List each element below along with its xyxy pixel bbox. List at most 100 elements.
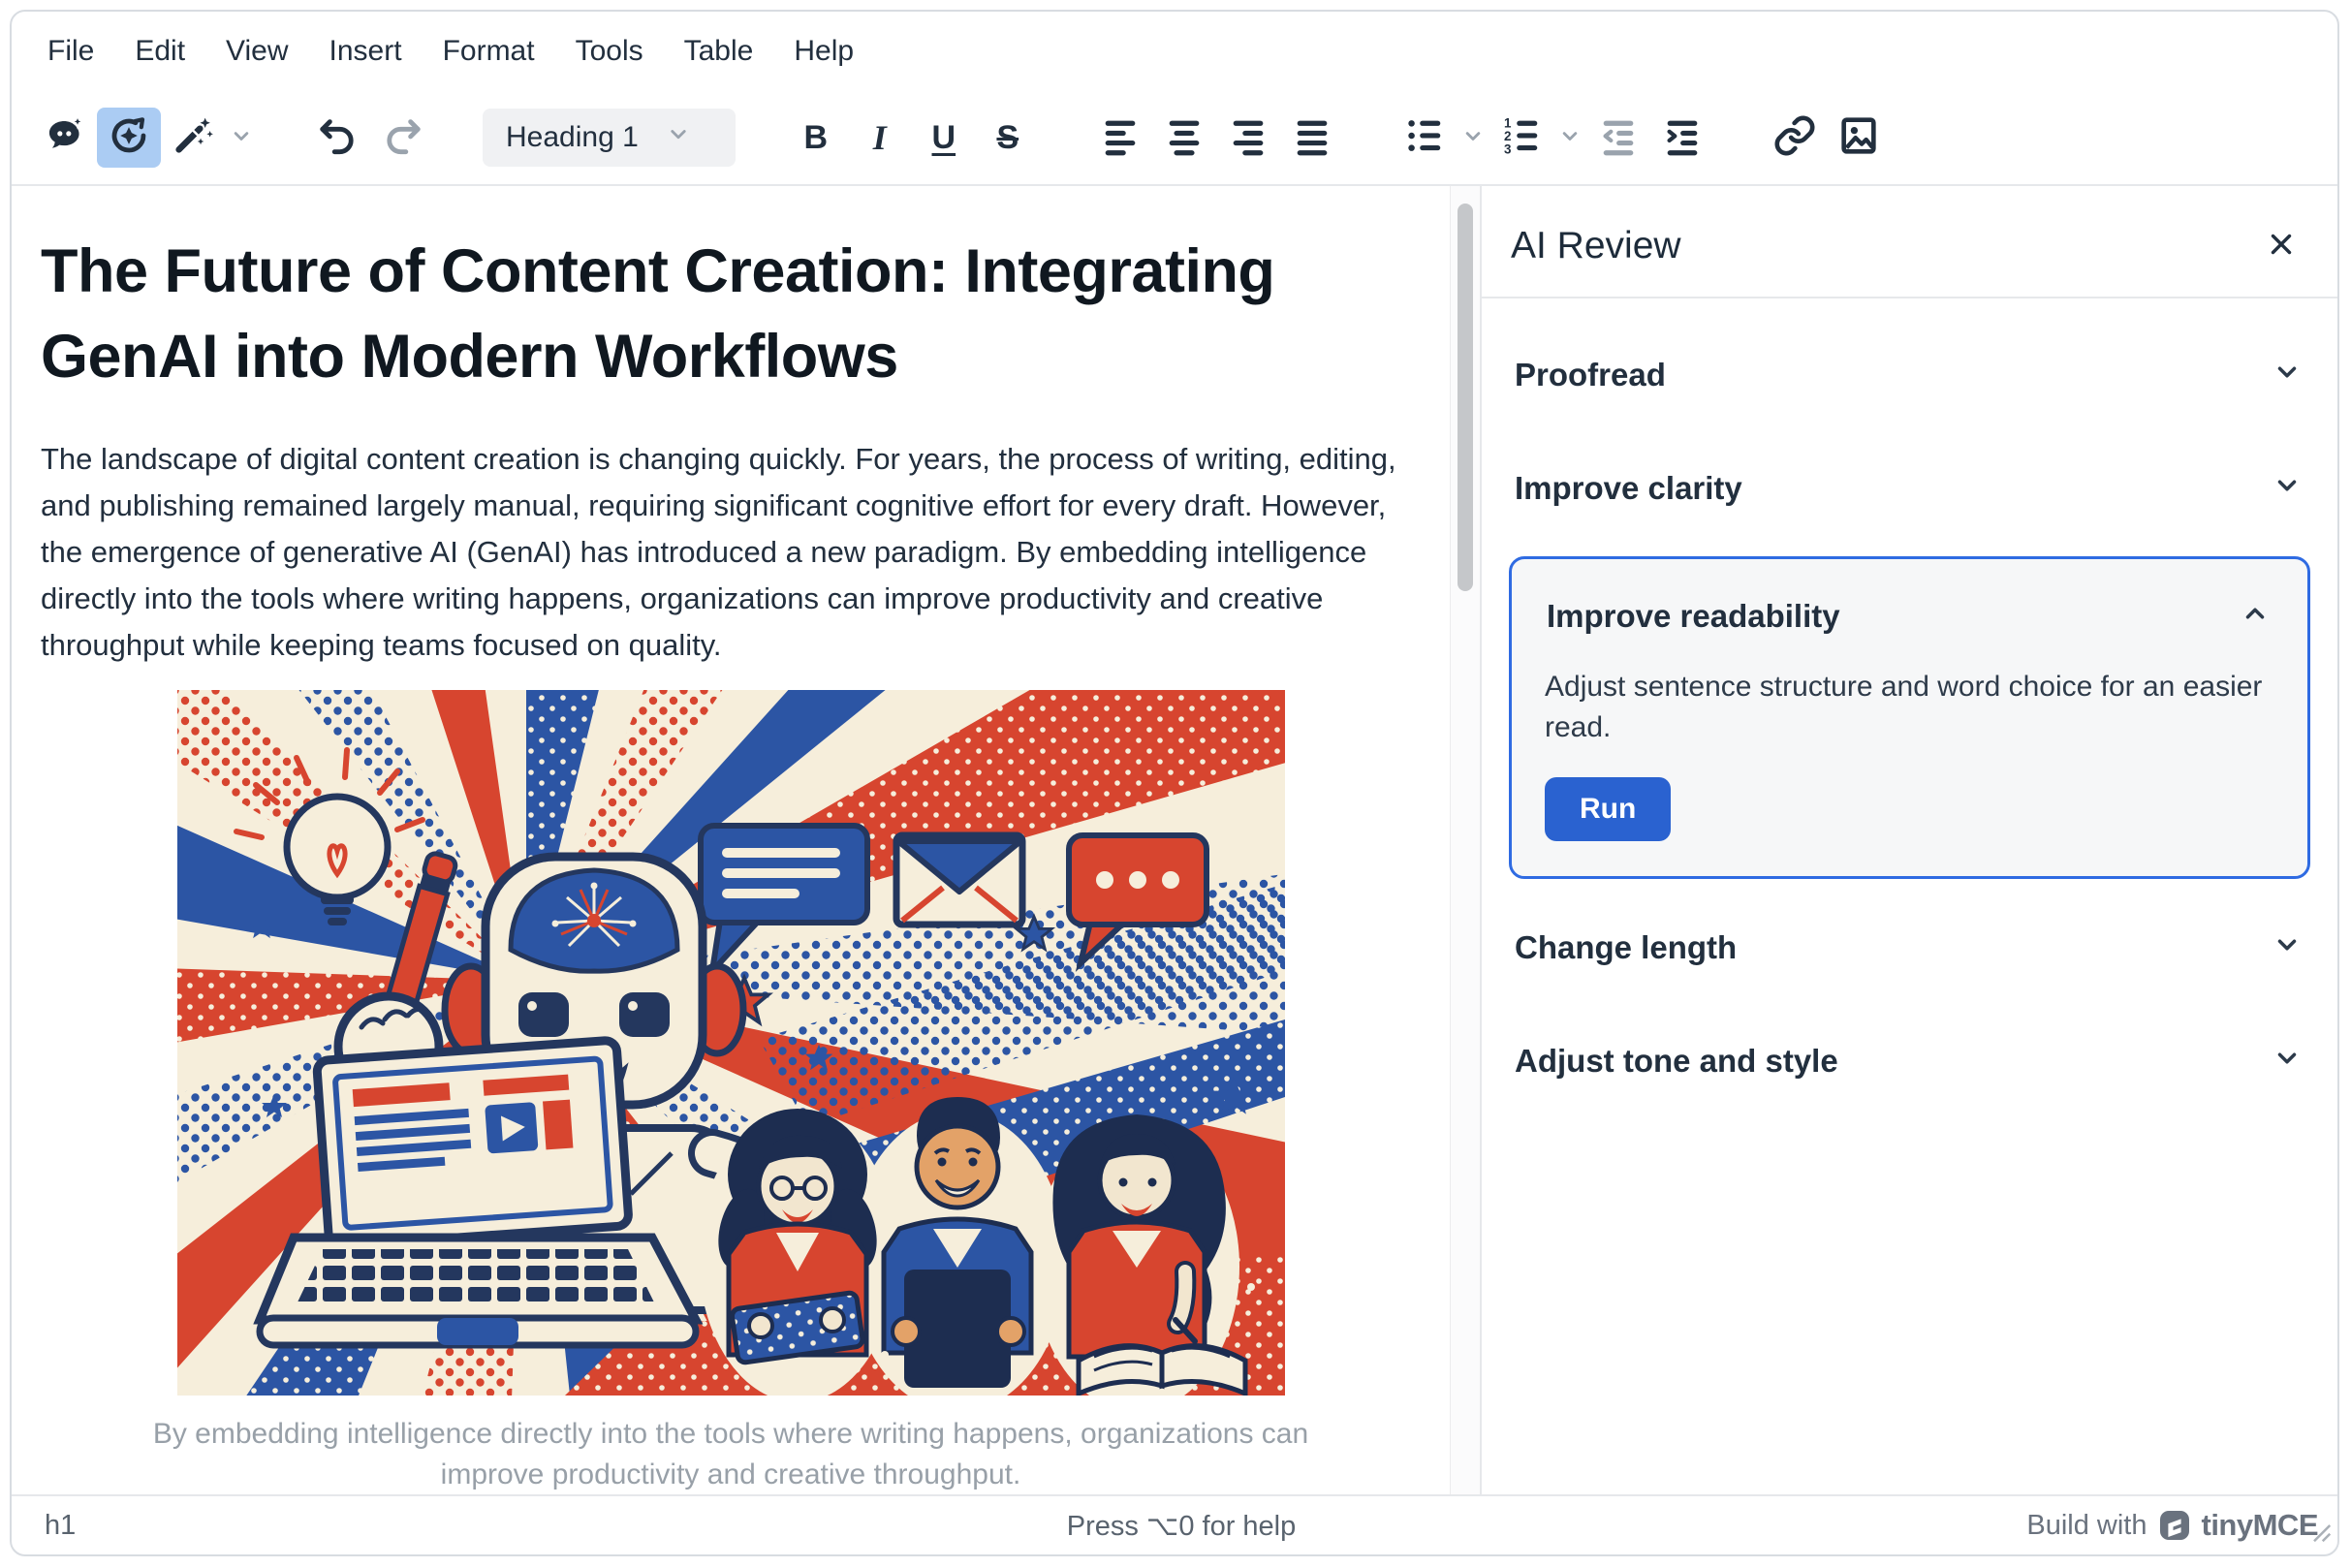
accordion-improve-readability-card: Improve readability Adjust sentence stru… [1509, 556, 2310, 879]
strikethrough-icon: S [996, 121, 1019, 154]
element-path[interactable]: h1 [45, 1510, 802, 1542]
chevron-down-icon [228, 122, 255, 154]
accordion-adjust-tone-and-style[interactable]: Adjust tone and style [1509, 1004, 2310, 1117]
main-area: The Future of Content Creation: Integrat… [12, 186, 2337, 1494]
redo-button[interactable] [370, 108, 434, 168]
undo-button[interactable] [306, 108, 370, 168]
resize-handle[interactable] [2304, 1516, 2334, 1552]
sidebar-header: AI Review [1482, 186, 2337, 298]
format-select[interactable]: Heading 1 [483, 109, 736, 167]
close-icon [2265, 228, 2298, 266]
sidebar-title: AI Review [1511, 225, 1681, 267]
accordion-label: Improve clarity [1515, 470, 1742, 507]
menu-edit[interactable]: Edit [114, 25, 205, 78]
italic-button[interactable]: I [848, 108, 912, 168]
accordion-change-length[interactable]: Change length [1509, 891, 2310, 1004]
image-button[interactable] [1827, 108, 1891, 168]
toolbar: Heading 1 B I U S [12, 91, 2337, 186]
sidebar-close-button[interactable] [2254, 219, 2308, 273]
branding-prefix: Build with [2026, 1510, 2147, 1542]
format-select-value: Heading 1 [506, 121, 639, 154]
accordion-improve-readability[interactable]: Improve readability [1545, 590, 2274, 642]
bullet-list-menu-button[interactable] [1457, 108, 1489, 168]
ai-review-icon [107, 113, 151, 163]
ai-shortcuts-icon [171, 113, 215, 163]
bullet-list-icon [1402, 113, 1447, 163]
menu-tools[interactable]: Tools [555, 25, 664, 78]
chevron-down-icon [2270, 927, 2304, 967]
link-button[interactable] [1763, 108, 1827, 168]
align-left-icon [1098, 113, 1143, 163]
chevron-down-icon [2270, 468, 2304, 508]
bullet-list-button[interactable] [1393, 108, 1457, 168]
redo-icon [380, 113, 424, 163]
chevron-down-icon [664, 119, 693, 156]
menu-help[interactable]: Help [773, 25, 874, 78]
chevron-up-icon [2238, 596, 2273, 636]
menu-view[interactable]: View [205, 25, 308, 78]
align-right-button[interactable] [1216, 108, 1280, 168]
menu-insert[interactable]: Insert [309, 25, 423, 78]
branding-name[interactable]: tinyMCE [2202, 1508, 2319, 1543]
accordion-label: Proofread [1515, 357, 1666, 393]
scrollbar-thumb[interactable] [1458, 204, 1473, 591]
align-left-button[interactable] [1088, 108, 1152, 168]
underline-icon: U [932, 121, 956, 154]
align-center-button[interactable] [1152, 108, 1216, 168]
indent-icon [1660, 113, 1705, 163]
undo-icon [316, 113, 360, 163]
article-illustration-image[interactable] [177, 690, 1285, 1396]
menu-table[interactable]: Table [664, 25, 774, 78]
outdent-icon [1596, 113, 1641, 163]
justify-button[interactable] [1280, 108, 1344, 168]
bold-button[interactable]: B [784, 108, 848, 168]
accordion-improve-clarity[interactable]: Improve clarity [1509, 431, 2310, 545]
run-button[interactable]: Run [1545, 777, 1671, 841]
chevron-down-icon [1459, 122, 1487, 154]
justify-icon [1290, 113, 1334, 163]
ai-assistant-icon [43, 113, 87, 163]
numbered-list-button[interactable]: 123 [1489, 108, 1553, 168]
help-shortcut-text: Press ⌥0 for help [802, 1509, 1560, 1543]
menu-file[interactable]: File [27, 25, 114, 78]
numbered-list-menu-button[interactable] [1553, 108, 1586, 168]
align-center-icon [1162, 113, 1207, 163]
italic-icon: I [873, 120, 887, 155]
chevron-down-icon [1556, 122, 1583, 154]
accordion-label: Improve readability [1547, 598, 1840, 635]
tinymce-logo-icon [2157, 1508, 2192, 1543]
chevron-down-icon [2270, 1041, 2304, 1081]
article-figure: By embedding intelligence directly into … [41, 690, 1421, 1494]
chevron-down-icon [2270, 355, 2304, 394]
menu-format[interactable]: Format [423, 25, 555, 78]
document-heading: The Future of Content Creation: Integrat… [41, 229, 1397, 399]
sidebar-body: Proofread Improve clarity Improve readab… [1482, 298, 2337, 1137]
numbered-list-icon: 123 [1499, 113, 1544, 163]
branding: Build with tinyMCE [1560, 1508, 2318, 1543]
editor-content[interactable]: The Future of Content Creation: Integrat… [12, 186, 1450, 1494]
bold-icon: B [804, 121, 829, 154]
accordion-proofread[interactable]: Proofread [1509, 318, 2310, 431]
editor-scrollbar[interactable] [1450, 186, 1480, 1494]
ai-review-button[interactable] [97, 108, 161, 168]
strikethrough-button[interactable]: S [976, 108, 1040, 168]
accordion-description: Adjust sentence structure and word choic… [1545, 667, 2274, 748]
ai-shortcuts-button[interactable] [161, 108, 225, 168]
ai-assistant-button[interactable] [33, 108, 97, 168]
underline-button[interactable]: U [912, 108, 976, 168]
menubar: File Edit View Insert Format Tools Table… [12, 12, 2337, 91]
outdent-button[interactable] [1586, 108, 1650, 168]
ai-shortcuts-menu-button[interactable] [225, 108, 258, 168]
indent-button[interactable] [1650, 108, 1714, 168]
link-icon [1772, 113, 1817, 163]
ai-review-sidebar: AI Review Proofread Improve clarity [1482, 186, 2337, 1494]
figure-caption: By embedding intelligence directly into … [101, 1414, 1361, 1494]
document-paragraph: The landscape of digital content creatio… [41, 436, 1421, 669]
svg-text:3: 3 [1504, 141, 1511, 156]
statusbar: h1 Press ⌥0 for help Build with tinyMCE [12, 1494, 2337, 1554]
accordion-label: Adjust tone and style [1515, 1043, 1838, 1080]
accordion-label: Change length [1515, 929, 1737, 966]
align-right-icon [1226, 113, 1270, 163]
editor-window: File Edit View Insert Format Tools Table… [10, 10, 2339, 1556]
image-icon [1836, 113, 1881, 163]
